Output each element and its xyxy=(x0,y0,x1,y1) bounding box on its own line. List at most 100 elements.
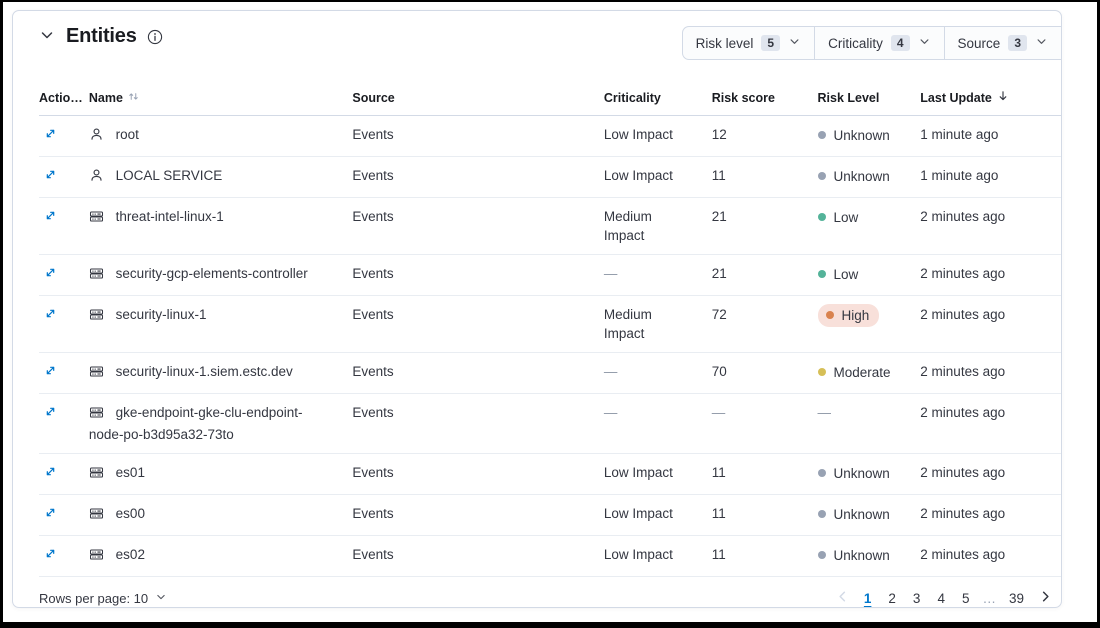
risk-level-cell: Unknown xyxy=(818,125,921,145)
table-row: security-linux-1 Events Medium Impact 72… xyxy=(39,296,1061,353)
risk-score-cell: 12 xyxy=(712,125,818,144)
name-cell[interactable]: security-gcp-elements-controller xyxy=(89,264,352,286)
name-cell[interactable]: threat-intel-linux-1 xyxy=(89,207,352,229)
expand-entity-button[interactable] xyxy=(39,545,58,564)
criticality-cell: — xyxy=(604,362,712,381)
last-update-cell: 2 minutes ago xyxy=(920,545,1061,564)
filter-count-badge: 4 xyxy=(891,35,910,51)
expand-entity-button[interactable] xyxy=(39,207,58,226)
expand-entity-button[interactable] xyxy=(39,125,58,144)
risk-level-dot-icon xyxy=(818,551,826,559)
name-cell[interactable]: gke-endpoint-gke-clu-endpoint-node-po-b3… xyxy=(89,403,352,444)
source-cell: Events xyxy=(352,403,604,422)
page-number-button[interactable]: 4 xyxy=(930,589,952,608)
expand-entity-button[interactable] xyxy=(39,166,58,185)
expand-icon xyxy=(43,208,58,226)
risk-score-cell: 72 xyxy=(712,305,818,324)
risk-level-cell: Unknown xyxy=(818,545,921,565)
table-body: root Events Low Impact 12 Unknown 1 minu… xyxy=(39,116,1061,577)
criticality-cell: Low Impact xyxy=(604,166,712,185)
expand-icon xyxy=(43,167,58,185)
page-number-button[interactable]: 1 xyxy=(857,589,879,608)
risk-level-badge: Unknown xyxy=(818,505,890,524)
page-number-button[interactable]: 2 xyxy=(881,589,903,608)
host-icon xyxy=(89,468,108,483)
chevron-down-icon xyxy=(918,35,931,51)
risk-level-label: Low xyxy=(834,265,859,284)
rows-per-page-button[interactable]: Rows per page: 10 xyxy=(39,591,167,606)
chevron-down-icon xyxy=(155,591,167,606)
risk-level-label: Unknown xyxy=(834,464,890,483)
criticality-cell: — xyxy=(604,264,712,283)
risk-score-cell: 70 xyxy=(712,362,818,381)
sortable-icon xyxy=(127,90,140,106)
criticality-cell: Medium Impact xyxy=(604,305,712,343)
name-cell[interactable]: es00 xyxy=(89,504,352,526)
chevron-left-icon xyxy=(835,589,850,607)
expand-entity-button[interactable] xyxy=(39,362,58,381)
criticality-cell: Low Impact xyxy=(604,125,712,144)
actions-cell xyxy=(39,545,89,566)
expand-icon xyxy=(43,265,58,283)
next-page-button[interactable] xyxy=(1034,587,1057,608)
risk-score-cell: 11 xyxy=(712,166,818,185)
column-header-name[interactable]: Name xyxy=(89,89,352,106)
expand-icon xyxy=(43,126,58,144)
filter-button[interactable]: Criticality 4 xyxy=(814,27,943,59)
expand-entity-button[interactable] xyxy=(39,305,58,324)
expand-entity-button[interactable] xyxy=(39,463,58,482)
expand-entity-button[interactable] xyxy=(39,264,58,283)
name-cell[interactable]: security-linux-1 xyxy=(89,305,352,327)
last-update-cell: 1 minute ago xyxy=(920,125,1061,144)
source-cell: Events xyxy=(352,125,604,144)
column-header-last-update[interactable]: Last Update xyxy=(920,89,1061,106)
user-icon xyxy=(89,130,108,145)
pagination: 12345…39 xyxy=(831,587,1057,608)
entity-name: LOCAL SERVICE xyxy=(116,168,223,183)
previous-page-button[interactable] xyxy=(831,587,854,608)
source-cell: Events xyxy=(352,463,604,482)
name-cell[interactable]: security-linux-1.siem.estc.dev xyxy=(89,362,352,384)
criticality-cell: Low Impact xyxy=(604,545,712,564)
filter-button[interactable]: Source 3 xyxy=(944,27,1061,59)
table-row: es01 Events Low Impact 11 Unknown 2 minu… xyxy=(39,454,1061,495)
host-icon xyxy=(89,310,108,325)
rows-per-page-label: Rows per page: 10 xyxy=(39,591,148,606)
risk-level-cell: Low xyxy=(818,264,921,284)
name-cell[interactable]: root xyxy=(89,125,352,147)
filter-count-badge: 5 xyxy=(761,35,780,51)
filter-count-badge: 3 xyxy=(1008,35,1027,51)
actions-cell xyxy=(39,166,89,187)
name-cell[interactable]: es01 xyxy=(89,463,352,485)
filter-button[interactable]: Risk level 5 xyxy=(683,27,814,59)
actions-cell xyxy=(39,207,89,228)
risk-score-cell: 21 xyxy=(712,264,818,283)
page-ellipsis: … xyxy=(979,589,999,608)
chevron-down-icon xyxy=(1035,35,1048,51)
criticality-cell: Low Impact xyxy=(604,504,712,523)
criticality-cell: Medium Impact xyxy=(604,207,712,245)
last-update-cell: 2 minutes ago xyxy=(920,305,1061,324)
actions-cell xyxy=(39,504,89,525)
risk-level-dot-icon xyxy=(818,172,826,180)
filter-label: Risk level xyxy=(696,36,754,51)
criticality-cell: — xyxy=(604,403,712,422)
risk-level-badge: — xyxy=(818,403,832,422)
entity-name: es01 xyxy=(116,465,145,480)
last-update-cell: 2 minutes ago xyxy=(920,264,1061,283)
expand-entity-button[interactable] xyxy=(39,504,58,523)
chevron-down-icon xyxy=(788,35,801,51)
name-cell[interactable]: LOCAL SERVICE xyxy=(89,166,352,188)
page-number-button[interactable]: 3 xyxy=(906,589,928,608)
expand-entity-button[interactable] xyxy=(39,403,58,422)
collapse-section-button[interactable] xyxy=(37,25,57,48)
name-cell[interactable]: es02 xyxy=(89,545,352,567)
last-update-cell: 2 minutes ago xyxy=(920,362,1061,381)
entity-name: security-gcp-elements-controller xyxy=(116,266,308,281)
screenshot-frame: Entities Risk level 5 Criticality 4 Sour… xyxy=(0,0,1100,628)
last-update-cell: 2 minutes ago xyxy=(920,463,1061,482)
risk-level-cell: High xyxy=(818,305,921,325)
page-number-button[interactable]: 5 xyxy=(955,589,977,608)
page-number-button[interactable]: 39 xyxy=(1002,589,1031,608)
info-icon[interactable] xyxy=(147,29,163,45)
